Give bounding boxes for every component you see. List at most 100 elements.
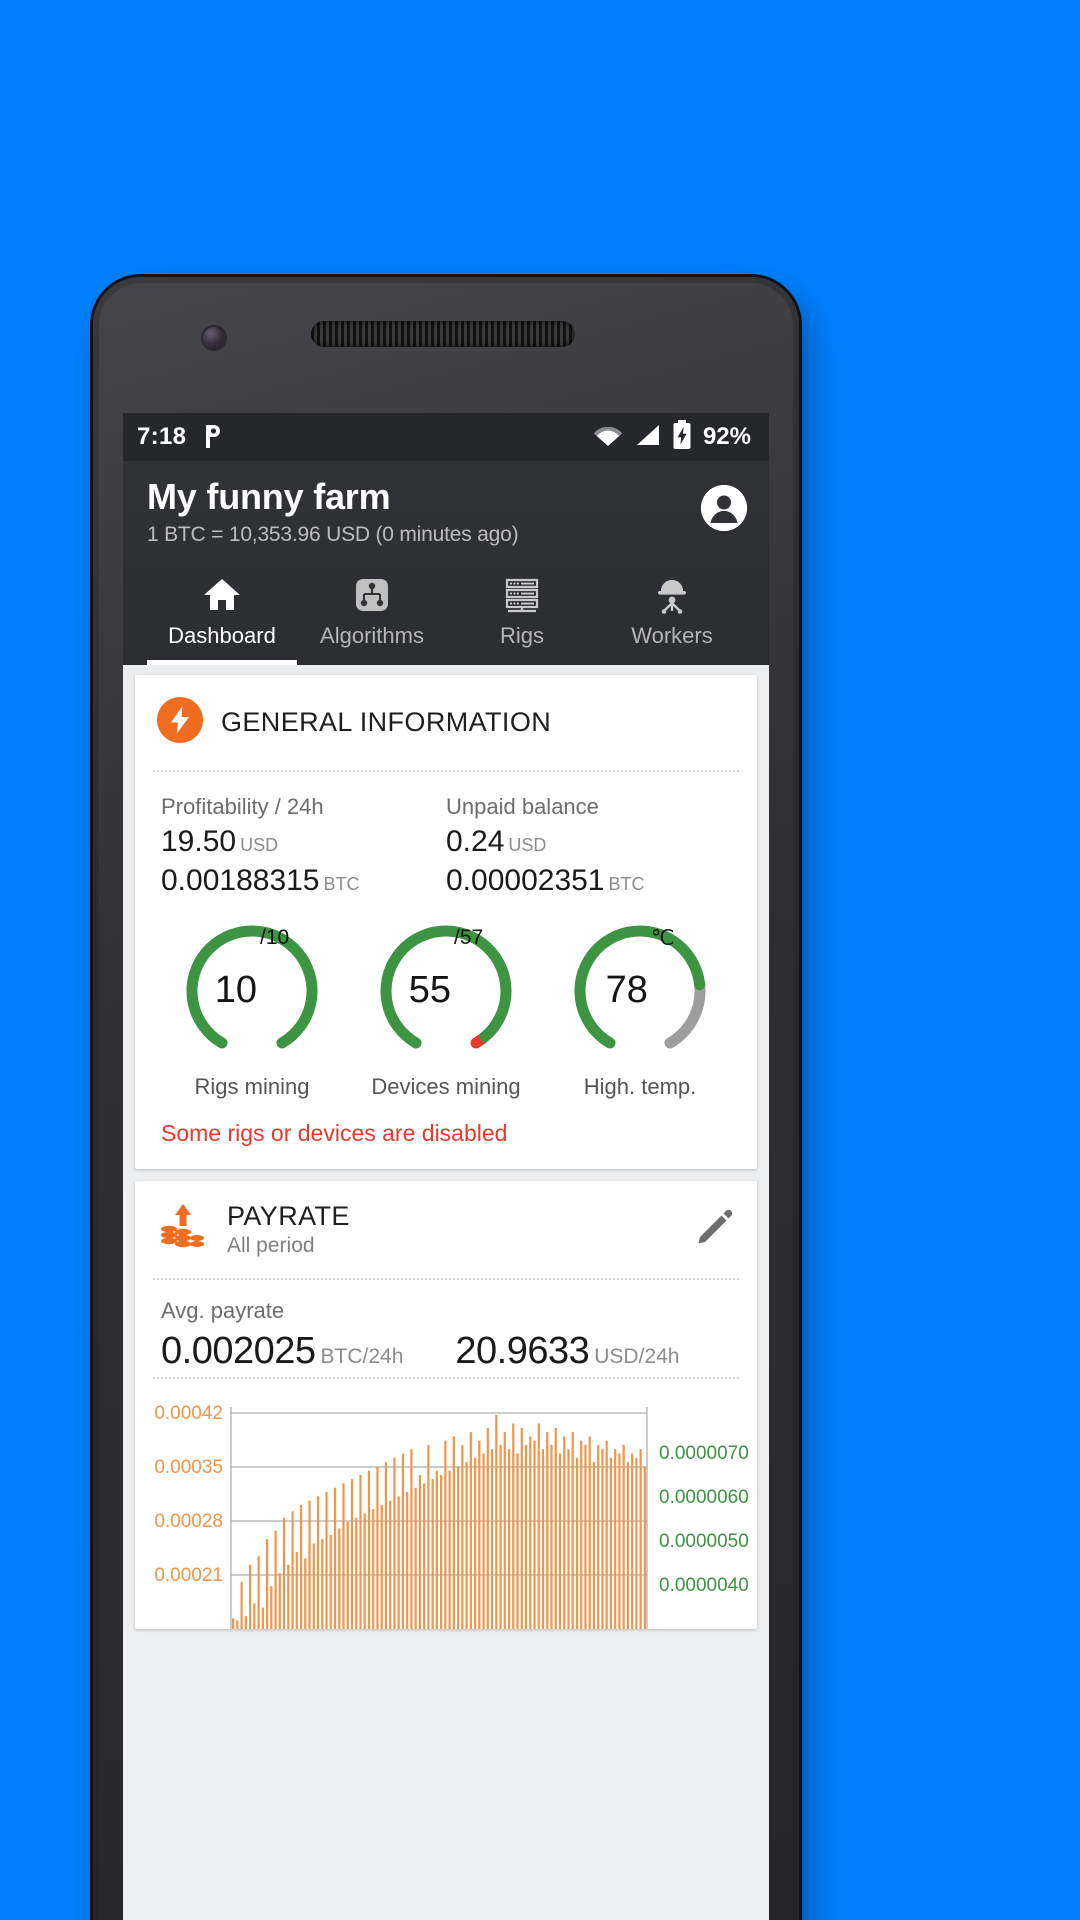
gauge-caption: Devices mining bbox=[371, 1073, 521, 1099]
avg-payrate-label: Avg. payrate bbox=[161, 1297, 285, 1323]
gauge-value: 78 bbox=[605, 969, 648, 1012]
home-icon bbox=[201, 573, 243, 617]
stat-secondary-value: 0.00002351 bbox=[446, 863, 605, 897]
stat-secondary-unit: BTC bbox=[608, 873, 645, 894]
battery-charging-icon bbox=[672, 419, 692, 455]
gauge-suffix: ℃ bbox=[650, 926, 675, 950]
pushbullet-icon bbox=[202, 424, 224, 450]
gauge-suffix: /10 bbox=[260, 925, 290, 949]
general-information-card: GENERAL INFORMATION Profitability / 24h … bbox=[135, 674, 757, 1169]
stat-primary-unit: USD bbox=[240, 834, 279, 855]
stat-secondary-unit: BTC bbox=[323, 873, 360, 894]
tab-inactive-indicator bbox=[297, 660, 447, 665]
gauge-caption: High. temp. bbox=[583, 1073, 697, 1099]
gauge-center: 78 ℃ bbox=[565, 916, 715, 1066]
phone-screen: 7:18 92% My funny farm 1 BTC = 10,353.96… bbox=[123, 413, 769, 1920]
page-title: My funny farm bbox=[147, 476, 391, 517]
svg-text:0.0000060: 0.0000060 bbox=[659, 1487, 749, 1508]
card-title-text: GENERAL INFORMATION bbox=[221, 706, 552, 737]
wifi-icon bbox=[593, 423, 623, 452]
tab-rigs[interactable]: Rigs bbox=[447, 567, 597, 665]
stat-profitability: Profitability / 24h 19.50 USD 0.00188315 B… bbox=[161, 794, 446, 898]
stat-label: Unpaid balance bbox=[446, 793, 599, 819]
phone-frame: 7:18 92% My funny farm 1 BTC = 10,353.96… bbox=[93, 277, 799, 1920]
svg-text:0.00035: 0.00035 bbox=[154, 1457, 223, 1478]
stat-primary: 19.50 USD bbox=[161, 825, 446, 859]
gauge-ring: 78 ℃ bbox=[565, 916, 715, 1066]
avg-usd-group: 20.9633 USD/24h bbox=[455, 1330, 679, 1373]
pencil-icon[interactable] bbox=[693, 1206, 735, 1253]
payrate-header: PAYRATE All period bbox=[135, 1181, 757, 1278]
account-circle-icon[interactable] bbox=[701, 485, 747, 531]
stat-primary-value: 19.50 bbox=[161, 824, 237, 858]
payrate-card: PAYRATE All period Avg. payrate 0.002025… bbox=[135, 1180, 757, 1629]
gauge-value: 55 bbox=[408, 969, 452, 1012]
cell-signal-icon bbox=[634, 423, 661, 452]
payrate-subtitle: All period bbox=[227, 1233, 315, 1257]
stat-primary-unit: USD bbox=[508, 834, 547, 855]
gauge-center: 10 /10 bbox=[177, 916, 327, 1066]
gauge-devices-mining: 55 /57 Devices mining bbox=[349, 916, 543, 1100]
gauge-row: 10 /10 Rigs mining 55 /57 Devices mining… bbox=[135, 902, 757, 1106]
tab-inactive-indicator bbox=[597, 660, 747, 665]
stat-unpaid-balance: Unpaid balance 0.24 USD 0.00002351 BTC bbox=[446, 794, 731, 898]
gauge-ring: 10 /10 bbox=[177, 916, 327, 1066]
btc-rate-label: 1 BTC = 10,353.96 USD (0 minutes ago) bbox=[147, 522, 519, 546]
stat-primary: 0.24 USD bbox=[446, 825, 731, 859]
avg-btc-value: 0.002025 bbox=[161, 1329, 316, 1372]
tab-active-indicator bbox=[147, 659, 297, 665]
status-icons: 92% bbox=[593, 419, 751, 455]
battery-percent-label: 92% bbox=[702, 423, 751, 450]
payrate-titles: PAYRATE All period bbox=[227, 1201, 350, 1258]
stat-secondary: 0.00188315 BTC bbox=[161, 864, 446, 898]
stat-primary-value: 0.24 bbox=[446, 824, 505, 858]
stat-label: Profitability / 24h bbox=[161, 793, 324, 819]
app-bar-titles: My funny farm 1 BTC = 10,353.96 USD (0 m… bbox=[147, 476, 519, 547]
tab-dashboard[interactable]: Dashboard bbox=[147, 567, 297, 665]
svg-text:0.00042: 0.00042 bbox=[154, 1403, 223, 1424]
general-information-header: GENERAL INFORMATION bbox=[135, 675, 757, 770]
tab-inactive-indicator bbox=[447, 660, 597, 665]
general-information-title: GENERAL INFORMATION bbox=[221, 707, 551, 738]
status-bar: 7:18 92% bbox=[123, 413, 769, 461]
svg-text:0.0000040: 0.0000040 bbox=[659, 1575, 749, 1596]
tab-dashboard-label: Dashboard bbox=[168, 622, 276, 648]
tab-workers[interactable]: Workers bbox=[597, 567, 747, 665]
tab-workers-label: Workers bbox=[631, 622, 713, 648]
app-bar: My funny farm 1 BTC = 10,353.96 USD (0 m… bbox=[123, 461, 769, 665]
gauge-high-temp: 78 ℃ High. temp. bbox=[543, 916, 737, 1100]
gauge-value: 10 bbox=[214, 969, 258, 1012]
earpiece-speaker bbox=[311, 321, 575, 347]
front-camera-icon bbox=[203, 327, 225, 349]
svg-text:0.00028: 0.00028 bbox=[154, 1511, 223, 1532]
gauge-suffix: /57 bbox=[454, 925, 484, 949]
tab-rigs-label: Rigs bbox=[499, 622, 544, 648]
avg-usd-unit: USD/24h bbox=[594, 1344, 680, 1368]
tab-bar: Dashboard Algorithms Rigs Workers bbox=[147, 567, 747, 665]
svg-text:0.00021: 0.00021 bbox=[154, 1565, 223, 1586]
gauge-rigs-mining: 10 /10 Rigs mining bbox=[155, 916, 349, 1100]
miner-helmet-icon bbox=[651, 573, 693, 617]
gauge-caption: Rigs mining bbox=[194, 1073, 310, 1099]
payrate-chart[interactable]: 0.00042 0.00035 0.00028 0.00021 0.0000070 0.0… bbox=[135, 1379, 757, 1629]
dashboard-content[interactable]: GENERAL INFORMATION Profitability / 24h … bbox=[123, 664, 769, 1920]
svg-text:0.0000070: 0.0000070 bbox=[659, 1443, 749, 1464]
svg-text:0.0000050: 0.0000050 bbox=[659, 1531, 749, 1552]
avg-usd-value: 20.9633 bbox=[455, 1329, 590, 1372]
coins-up-arrow-icon bbox=[157, 1201, 209, 1258]
avg-payrate-values: 0.002025 BTC/24h 20.9633 USD/24h bbox=[161, 1330, 731, 1373]
status-time: 7:18 bbox=[137, 423, 187, 450]
avg-payrate-row: Avg. payrate 0.002025 BTC/24h 20.9633 US… bbox=[135, 1280, 757, 1377]
stat-secondary: 0.00002351 BTC bbox=[446, 864, 731, 898]
disabled-warning-text: Some rigs or devices are disabled bbox=[161, 1119, 508, 1146]
stat-secondary-value: 0.00188315 bbox=[161, 863, 320, 897]
gauge-center: 55 /57 bbox=[371, 916, 521, 1066]
tab-algorithms[interactable]: Algorithms bbox=[297, 567, 447, 665]
server-rack-icon bbox=[501, 573, 543, 617]
orange-bolt-icon bbox=[157, 696, 203, 748]
payrate-title: PAYRATE bbox=[227, 1200, 350, 1231]
avg-btc-unit: BTC/24h bbox=[320, 1344, 404, 1368]
tab-algorithms-label: Algorithms bbox=[320, 622, 424, 648]
sitemap-icon bbox=[351, 573, 393, 617]
general-information-stats: Profitability / 24h 19.50 USD 0.00188315 B… bbox=[135, 772, 757, 902]
